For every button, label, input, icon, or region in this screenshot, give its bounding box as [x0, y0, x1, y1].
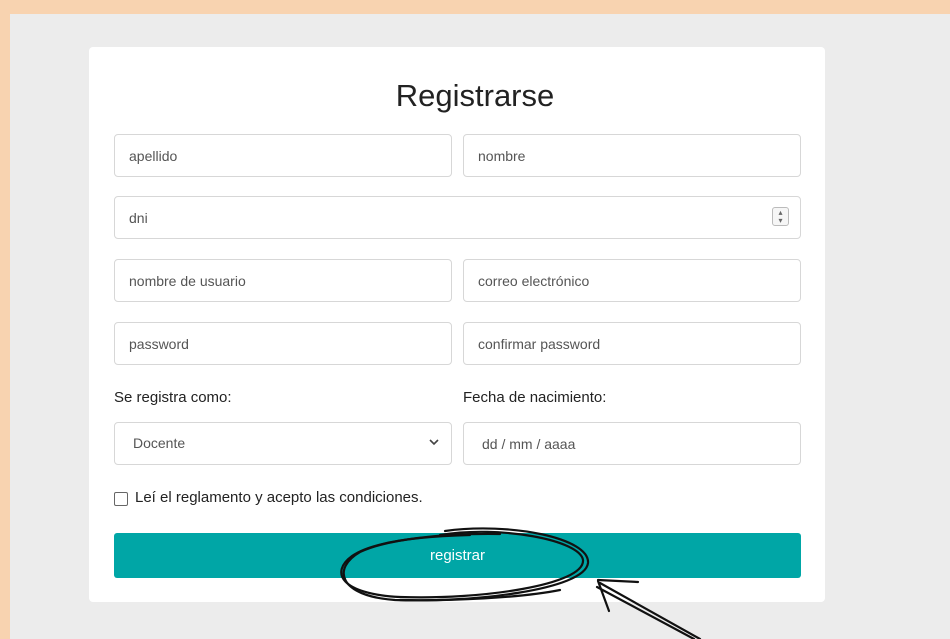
nombre-input[interactable]: [463, 134, 801, 177]
terms-label: Leí el reglamento y acepto las condicion…: [135, 489, 423, 506]
role-label: Se registra como:: [114, 389, 232, 406]
dni-input[interactable]: [114, 196, 801, 239]
dni-field-wrapper: ▴▾: [114, 196, 801, 239]
number-stepper-icon[interactable]: ▴ ▾: [772, 207, 789, 226]
username-input[interactable]: [114, 259, 452, 302]
birth-date-input[interactable]: [463, 422, 801, 465]
birth-date-label: Fecha de nacimiento:: [463, 389, 607, 406]
email-input[interactable]: [463, 259, 801, 302]
role-select[interactable]: Docente: [114, 422, 452, 465]
password-input[interactable]: [114, 322, 452, 365]
apellido-input[interactable]: [114, 134, 452, 177]
confirm-password-input[interactable]: [463, 322, 801, 365]
terms-checkbox[interactable]: [114, 492, 128, 506]
page-title: Registrarse: [395, 78, 555, 113]
role-select-value: Docente: [133, 435, 186, 451]
chevron-down-icon: [429, 439, 439, 446]
register-button[interactable]: registrar: [114, 533, 801, 578]
